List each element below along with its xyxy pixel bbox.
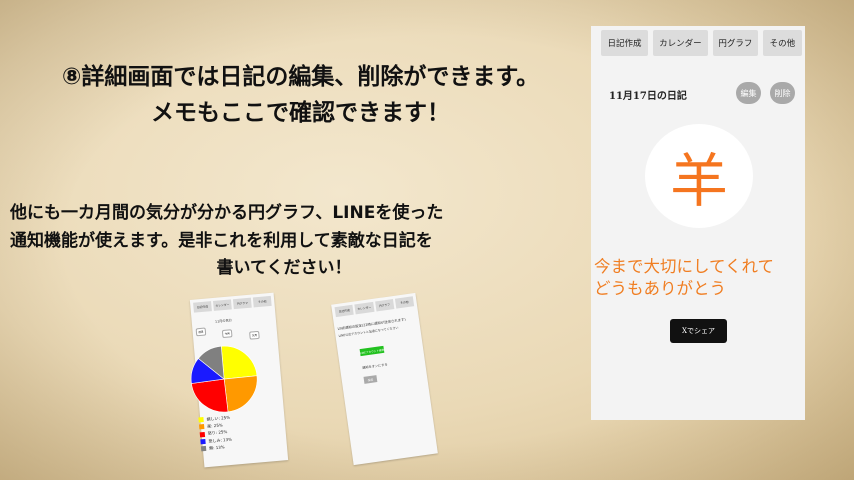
kanji-character: 羊	[669, 147, 728, 215]
headline: ⑧詳細画面では日記の編集、削除ができます。 メモもここで確認できます！	[8, 60, 593, 131]
mini-line-link-button: LINEアカウント連携	[359, 345, 385, 357]
tab-other[interactable]: その他	[762, 30, 802, 56]
line-notify-screenshot: 日記作成 カレンダー 円グラフ その他 LINE通知の設定(22時に通知が送信さ…	[331, 292, 438, 466]
edit-button[interactable]: 編集	[736, 82, 761, 104]
pie-slice	[223, 375, 258, 413]
mini-line-tab: 日記作成	[334, 304, 354, 318]
share-x-button[interactable]: Xでシェア	[670, 319, 727, 343]
legend-swatch	[198, 417, 204, 423]
legend-swatch	[199, 424, 205, 430]
mini-pie-chart	[190, 345, 258, 413]
legend-item: 無: 13%	[200, 442, 233, 452]
legend-swatch	[199, 431, 206, 437]
tab-pie-chart[interactable]: 円グラフ	[712, 30, 758, 56]
delete-button[interactable]: 削除	[770, 82, 795, 104]
tab-calendar[interactable]: カレンダー	[652, 30, 708, 56]
subtext-line-1: 他にも一カ月間の気分が分かる円グラフ、LINEを使った	[10, 203, 444, 223]
kanji-circle: 羊	[645, 124, 753, 228]
memo-line-2: どうもありがとう	[594, 278, 726, 298]
pie-slice	[220, 345, 258, 380]
memo-text: 今まで大切にしてくれて どうもありがとう	[594, 256, 774, 300]
diary-date-title: 11月17日の日記	[609, 91, 687, 102]
tab-create-diary[interactable]: 日記作成	[601, 30, 648, 56]
legend-swatch	[200, 438, 206, 445]
subtext: 他にも一カ月間の気分が分かる円グラフ、LINEを使った 通知機能が使えます。是非…	[10, 200, 558, 283]
mini-line-tab: 円グラフ	[374, 299, 395, 312]
subtext-line-2: 通知機能が使えます。是非これを利用して素敵な日記を	[10, 230, 433, 251]
memo-line-1: 今まで大切にしてくれて	[594, 257, 775, 276]
mini-line-tab: カレンダー	[354, 301, 375, 315]
pie-chart-content: 11月の気分 前月 今月 次月 嬉しい: 25% 楽: 25% 怒り: 25% …	[173, 286, 278, 468]
mini-line-tab: その他	[394, 296, 415, 309]
headline-line-1: ⑧詳細画面では日記の編集、削除ができます。	[61, 64, 540, 90]
mini-pie-title: 11月の気分	[214, 318, 233, 324]
legend-swatch	[200, 445, 207, 452]
pie-slice	[191, 378, 229, 413]
mini-prev-button: 前月	[195, 327, 207, 337]
nav-tabs: 日記作成 カレンダー 円グラフ その他	[591, 26, 805, 56]
mini-next-button: 次月	[249, 330, 260, 340]
mini-current-button: 今月	[221, 329, 233, 339]
mini-pie-legend: 嬉しい: 25% 楽: 25% 怒り: 25% 悲しみ: 13% 無: 13%	[198, 414, 233, 453]
mini-line-toggle-text: 通知をオンにする	[361, 362, 388, 370]
subtext-line-3: 書いてください！	[216, 258, 352, 279]
headline-line-2: メモもここで確認できます！	[151, 99, 450, 126]
diary-detail-screen: 日記作成 カレンダー 円グラフ その他 11月17日の日記 編集 削除 羊 今ま…	[591, 26, 805, 420]
mini-line-save-button: 保存	[363, 375, 378, 384]
